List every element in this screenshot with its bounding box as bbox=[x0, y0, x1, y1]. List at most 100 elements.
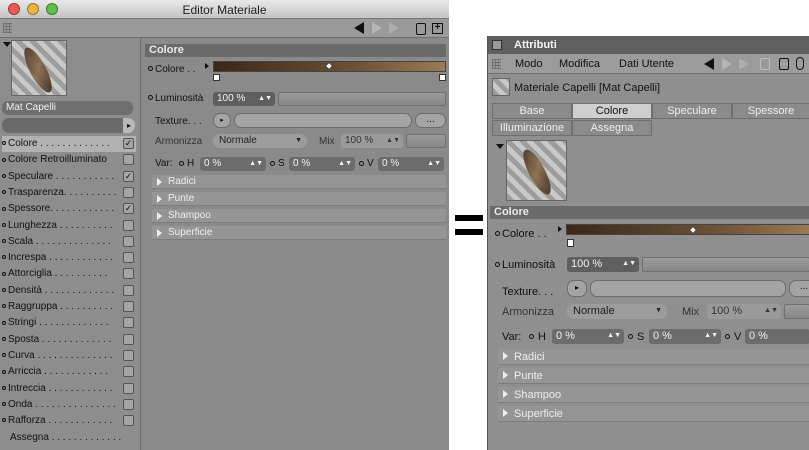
lock-icon[interactable] bbox=[779, 58, 789, 70]
material-name[interactable]: Mat Capelli bbox=[2, 101, 133, 115]
channel-item[interactable]: Arriccia . . . . . . . . . . . . bbox=[2, 364, 136, 380]
channel-item[interactable]: Densità . . . . . . . . . . . . . bbox=[2, 283, 136, 299]
checkbox-icon[interactable] bbox=[123, 415, 134, 427]
anim-dot-icon[interactable] bbox=[148, 66, 153, 71]
luminosita-field[interactable]: 100 % ▲▼ bbox=[213, 92, 275, 106]
channel-item[interactable]: Stringi . . . . . . . . . . . . . bbox=[2, 315, 136, 331]
anim-dot-icon[interactable] bbox=[270, 161, 275, 166]
channel-item[interactable]: Trasparenza. . . . . . . . . . bbox=[2, 185, 136, 201]
luminosita-slider[interactable] bbox=[278, 92, 446, 106]
group-shampoo[interactable]: Shampoo bbox=[498, 387, 809, 403]
search-icon[interactable] bbox=[760, 58, 770, 70]
checkbox-icon[interactable] bbox=[123, 154, 134, 166]
group-punte[interactable]: Punte bbox=[152, 192, 446, 206]
anim-dot-icon[interactable] bbox=[725, 334, 730, 339]
anim-dot-icon[interactable] bbox=[495, 231, 500, 236]
checkbox-icon[interactable]: ✓ bbox=[123, 170, 134, 182]
texture-slot[interactable] bbox=[234, 113, 412, 128]
lock-icon[interactable] bbox=[416, 23, 426, 35]
armonizza-select[interactable]: Normale ▼ bbox=[213, 134, 307, 148]
texture-browse-button[interactable]: ... bbox=[415, 113, 446, 128]
channel-item[interactable]: Onda . . . . . . . . . . . . . . . bbox=[2, 397, 136, 413]
checkbox-icon[interactable] bbox=[123, 382, 134, 394]
channel-item[interactable]: Curva . . . . . . . . . . . . . . bbox=[2, 348, 136, 364]
channel-item[interactable]: Lunghezza . . . . . . . . . . bbox=[2, 218, 136, 234]
channel-item[interactable]: Increspa . . . . . . . . . . . . bbox=[2, 250, 136, 266]
v-field[interactable]: 0 % ▲▼ bbox=[378, 157, 444, 171]
checkbox-icon[interactable] bbox=[123, 333, 134, 345]
tab-spessore[interactable]: Spessore bbox=[732, 103, 809, 119]
forward-arrow-icon[interactable] bbox=[372, 22, 382, 34]
gradient-stop-start[interactable] bbox=[213, 74, 220, 81]
filter-arrow-icon[interactable]: ▸ bbox=[123, 118, 135, 133]
channel-item[interactable]: Intreccia . . . . . . . . . . . . bbox=[2, 381, 136, 397]
grip-icon[interactable] bbox=[3, 23, 12, 33]
checkbox-icon[interactable] bbox=[123, 268, 134, 280]
channel-item[interactable]: Colore Retroilluminato bbox=[2, 152, 136, 168]
gradient-stop-end[interactable] bbox=[439, 74, 446, 81]
checkbox-icon[interactable] bbox=[123, 252, 134, 264]
anim-dot-icon[interactable] bbox=[495, 262, 500, 267]
tab-illuminazione[interactable]: Illuminazione bbox=[492, 120, 572, 136]
checkbox-icon[interactable] bbox=[123, 186, 134, 198]
anim-dot-icon[interactable] bbox=[529, 334, 534, 339]
checkbox-icon[interactable] bbox=[123, 317, 134, 329]
channel-item[interactable]: Scala . . . . . . . . . . . . . . bbox=[2, 234, 136, 250]
tab-speculare[interactable]: Speculare bbox=[652, 103, 732, 119]
texture-menu-button[interactable]: ▸ bbox=[213, 113, 231, 128]
group-punte[interactable]: Punte bbox=[498, 368, 809, 384]
expand-arrow-icon[interactable] bbox=[205, 63, 209, 69]
channel-item[interactable]: Rafforza . . . . . . . . . . . . bbox=[2, 413, 136, 429]
forward-arrow-icon[interactable] bbox=[722, 58, 732, 70]
checkbox-icon[interactable] bbox=[123, 349, 134, 361]
group-superficie[interactable]: Superficie bbox=[152, 226, 446, 240]
channel-filter[interactable]: ▸ bbox=[2, 118, 135, 133]
mix-field[interactable]: 100 % ▲▼ bbox=[707, 304, 781, 319]
s-field[interactable]: 0 % ▲▼ bbox=[289, 157, 355, 171]
menu-modifica[interactable]: Modifica bbox=[559, 54, 600, 74]
luminosita-slider[interactable] bbox=[642, 257, 809, 272]
channel-assegna[interactable]: Assegna . . . . . . . . . . . . . bbox=[2, 430, 136, 446]
luminosita-field[interactable]: 100 % ▲▼ bbox=[567, 257, 639, 272]
checkbox-icon[interactable] bbox=[123, 219, 134, 231]
material-preview[interactable] bbox=[506, 140, 567, 201]
mix-slider[interactable] bbox=[406, 134, 446, 148]
checkbox-icon[interactable] bbox=[123, 398, 134, 410]
menu-modo[interactable]: Modo bbox=[515, 54, 543, 74]
s-field[interactable]: 0 % ▲▼ bbox=[649, 329, 721, 344]
back-arrow-icon[interactable] bbox=[704, 58, 714, 70]
group-superficie[interactable]: Superficie bbox=[498, 406, 809, 422]
new-panel-icon[interactable]: + bbox=[432, 23, 443, 34]
channel-item[interactable]: Spessore. . . . . . . . . . . . ✓ bbox=[2, 201, 136, 217]
group-shampoo[interactable]: Shampoo bbox=[152, 209, 446, 223]
checkbox-icon[interactable] bbox=[123, 301, 134, 312]
menu-dati-utente[interactable]: Dati Utente bbox=[619, 54, 674, 74]
expand-arrow-icon[interactable] bbox=[558, 226, 562, 232]
channel-item[interactable]: Raggruppa . . . . . . . . . . bbox=[2, 299, 136, 315]
anim-dot-icon[interactable] bbox=[359, 161, 364, 166]
grip-icon[interactable] bbox=[492, 59, 501, 69]
gradient-stop-start[interactable] bbox=[567, 239, 574, 247]
channel-item[interactable]: Speculare . . . . . . . . . . . ✓ bbox=[2, 169, 136, 185]
channel-item[interactable]: Sposta . . . . . . . . . . . . . bbox=[2, 332, 136, 348]
anim-dot-icon[interactable] bbox=[628, 334, 633, 339]
mix-field[interactable]: 100 % ▲▼ bbox=[341, 134, 403, 148]
material-preview[interactable] bbox=[11, 40, 67, 96]
collapse-arrow-icon[interactable] bbox=[3, 42, 11, 47]
mix-slider[interactable] bbox=[784, 304, 809, 319]
anim-dot-icon[interactable] bbox=[148, 95, 153, 100]
tab-colore[interactable]: Colore bbox=[572, 103, 652, 119]
tab-assegna[interactable]: Assegna bbox=[572, 120, 652, 136]
checkbox-icon[interactable] bbox=[123, 235, 134, 247]
v-field[interactable]: 0 % bbox=[745, 329, 809, 344]
tab-base[interactable]: Base bbox=[492, 103, 572, 119]
texture-slot[interactable] bbox=[590, 280, 786, 297]
window-menu-icon[interactable] bbox=[492, 40, 502, 50]
checkbox-icon[interactable]: ✓ bbox=[123, 203, 134, 215]
checkbox-icon[interactable] bbox=[123, 284, 134, 296]
forward-end-arrow-icon[interactable] bbox=[739, 58, 749, 70]
forward-end-arrow-icon[interactable] bbox=[389, 22, 399, 34]
texture-browse-button[interactable]: ... bbox=[789, 280, 809, 297]
armonizza-select[interactable]: Normale ▼ bbox=[567, 304, 667, 319]
texture-menu-button[interactable]: ▸ bbox=[567, 280, 587, 297]
